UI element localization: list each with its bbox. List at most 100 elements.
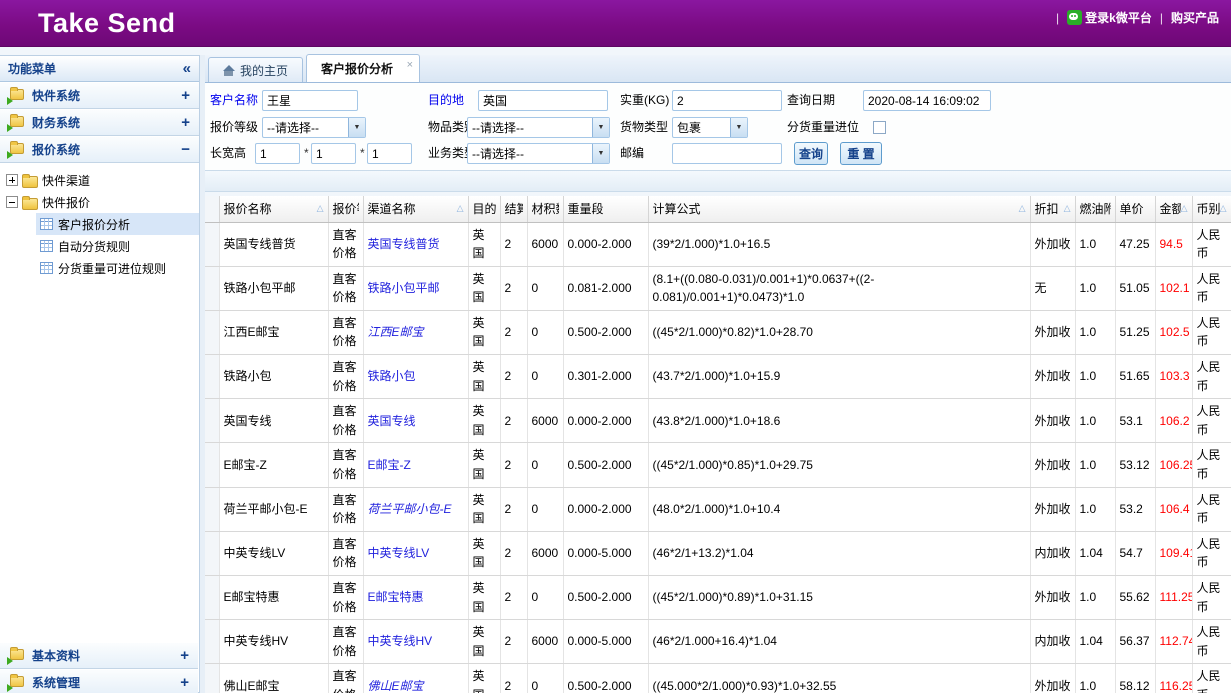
cell-weight: 0.000-5.000 (563, 620, 648, 664)
tree-node-express-channel[interactable]: 快件渠道 (6, 169, 199, 191)
folder-icon (22, 174, 38, 187)
channel-link[interactable]: 铁路小包平邮 (368, 281, 440, 295)
tree-leaf-split-weight-round-rule[interactable]: 分货重量可进位规则 (36, 257, 199, 279)
sort-asc-icon[interactable]: △ (1181, 203, 1188, 214)
channel-link[interactable]: 中英专线HV (368, 634, 433, 648)
column-header-channel[interactable]: 渠道名称△ (363, 196, 468, 222)
column-header-amount[interactable]: 金额△ (1155, 196, 1192, 222)
customer-name-input[interactable] (262, 90, 358, 111)
sidebar-item-basic-data[interactable]: 基本资料 + (0, 642, 198, 669)
cell-amount: 109.41 (1155, 531, 1192, 575)
column-header-label: 材积数 (532, 200, 559, 217)
cargo-type-select[interactable]: 包裹 ▼ (672, 117, 748, 138)
sidebar-item-quote-system[interactable]: 报价系统 − (0, 136, 199, 163)
select-value: --请选择-- (468, 119, 592, 136)
channel-link[interactable]: 中英专线LV (368, 546, 430, 560)
cell-settle: 2 (500, 310, 527, 354)
cell-currency: 人民币 (1192, 399, 1231, 443)
cell-amount: 106.4 (1155, 487, 1192, 531)
sort-asc-icon[interactable]: △ (1064, 203, 1071, 214)
query-date-input[interactable] (863, 90, 991, 111)
cell-dest: 英国 (468, 487, 500, 531)
cell-formula: ((45.000*2/1.000)*0.93)*1.0+32.55 (648, 664, 1030, 693)
header-links: | 登录k微平台 | 购买产品 (1056, 9, 1219, 26)
channel-link[interactable]: 江西E邮宝 (368, 325, 424, 339)
table-row[interactable]: 江西E邮宝直客价格江西E邮宝英国200.500-2.000((45*2/1.00… (205, 310, 1231, 354)
channel-link[interactable]: 荷兰平邮小包-E (368, 502, 452, 516)
channel-link[interactable]: 佛山E邮宝 (368, 679, 424, 693)
cell-amount: 112.74 (1155, 620, 1192, 664)
table-row[interactable]: 铁路小包平邮直客价格铁路小包平邮英国200.081-2.000(8.1+((0.… (205, 266, 1231, 310)
column-header-volume: 材积数 (527, 196, 563, 222)
table-row[interactable]: E邮宝特惠直客价格E邮宝特惠英国200.500-2.000((45*2/1.00… (205, 576, 1231, 620)
login-wechat-link[interactable]: 登录k微平台 (1067, 9, 1152, 26)
cell-level: 直客价格 (328, 310, 363, 354)
sidebar-item-system-admin[interactable]: 系统管理 + (0, 669, 198, 693)
cell-level: 直客价格 (328, 222, 363, 266)
tree-leaf-customer-quote-analysis[interactable]: 客户报价分析 (36, 213, 199, 235)
channel-link[interactable]: 英国专线 (368, 414, 416, 428)
actual-weight-input[interactable] (672, 90, 782, 111)
expand-plus-icon[interactable]: + (180, 648, 189, 663)
height-input[interactable] (367, 143, 412, 164)
buy-product-link[interactable]: 购买产品 (1171, 9, 1219, 26)
expand-plus-icon[interactable]: + (181, 115, 190, 130)
close-icon[interactable]: × (407, 59, 413, 71)
table-row[interactable]: 英国专线直客价格英国专线英国260000.000-2.000(43.8*2/1.… (205, 399, 1231, 443)
cell-currency: 人民币 (1192, 266, 1231, 310)
cell-weight: 0.301-2.000 (563, 355, 648, 399)
channel-link[interactable]: E邮宝特惠 (368, 590, 424, 604)
sort-asc-icon[interactable]: △ (457, 203, 464, 214)
buy-link-label: 购买产品 (1171, 9, 1219, 26)
channel-link[interactable]: E邮宝-Z (368, 458, 411, 472)
tree-expand-icon[interactable] (6, 174, 18, 186)
table-row[interactable]: E邮宝-Z直客价格E邮宝-Z英国200.500-2.000((45*2/1.00… (205, 443, 1231, 487)
tab-customer-quote-analysis[interactable]: 客户报价分析 × (306, 54, 420, 82)
search-button[interactable]: 查询 (794, 142, 828, 165)
sort-asc-icon[interactable]: △ (1220, 203, 1227, 214)
column-header-formula[interactable]: 计算公式△ (648, 196, 1030, 222)
cell-discount: 外加收 (1030, 355, 1075, 399)
cell-volume: 0 (527, 266, 563, 310)
sidebar-collapse-icon[interactable]: « (183, 60, 191, 77)
table-row[interactable]: 中英专线LV直客价格中英专线LV英国260000.000-5.000(46*2/… (205, 531, 1231, 575)
item-category-select[interactable]: --请选择-- ▼ (467, 117, 610, 138)
table-row[interactable]: 铁路小包直客价格铁路小包英国200.301-2.000(43.7*2/1.000… (205, 355, 1231, 399)
separator: | (1056, 11, 1059, 25)
table-row[interactable]: 中英专线HV直客价格中英专线HV英国260000.000-5.000(46*2/… (205, 620, 1231, 664)
tree-collapse-icon[interactable] (6, 196, 18, 208)
tree-node-express-quote[interactable]: 快件报价 (6, 191, 199, 213)
column-header-currency[interactable]: 币别△ (1192, 196, 1231, 222)
cell-weight: 0.081-2.000 (563, 266, 648, 310)
tab-my-homepage[interactable]: 我的主页 (208, 57, 303, 82)
business-type-select[interactable]: --请选择-- ▼ (467, 143, 610, 164)
split-weight-round-checkbox[interactable] (873, 121, 886, 134)
width-input[interactable] (311, 143, 356, 164)
sort-asc-icon[interactable]: △ (317, 203, 324, 214)
channel-link[interactable]: 英国专线普货 (368, 237, 440, 251)
destination-input[interactable] (478, 90, 608, 111)
sidebar-item-express-system[interactable]: 快件系统 + (0, 82, 199, 109)
accordion-label: 报价系统 (32, 141, 80, 158)
column-header-discount[interactable]: 折扣△ (1030, 196, 1075, 222)
reset-button[interactable]: 重 置 (840, 142, 882, 165)
cell-dest: 英国 (468, 576, 500, 620)
collapse-minus-icon[interactable]: − (181, 142, 190, 157)
quote-level-select[interactable]: --请选择-- ▼ (262, 117, 366, 138)
sidebar-item-finance-system[interactable]: 财务系统 + (0, 109, 199, 136)
expand-plus-icon[interactable]: + (180, 675, 189, 690)
expand-plus-icon[interactable]: + (181, 88, 190, 103)
column-header-name[interactable]: 报价名称△ (219, 196, 328, 222)
select-value: --请选择-- (263, 119, 348, 136)
accordion-label: 基本资料 (32, 647, 80, 664)
sort-asc-icon[interactable]: △ (1019, 203, 1026, 214)
channel-link[interactable]: 铁路小包 (368, 369, 416, 383)
table-row[interactable]: 荷兰平邮小包-E直客价格荷兰平邮小包-E英国200.000-2.000(48.0… (205, 487, 1231, 531)
length-input[interactable] (255, 143, 300, 164)
table-row[interactable]: 佛山E邮宝直客价格佛山E邮宝英国200.500-2.000((45.000*2/… (205, 664, 1231, 693)
table-row[interactable]: 英国专线普货直客价格英国专线普货英国260000.000-2.000(39*2/… (205, 222, 1231, 266)
tree-leaf-auto-split-rule[interactable]: 自动分货规则 (36, 235, 199, 257)
zip-code-input[interactable] (672, 143, 782, 164)
tab-label: 我的主页 (240, 62, 288, 79)
cell-amount: 102.1 (1155, 266, 1192, 310)
